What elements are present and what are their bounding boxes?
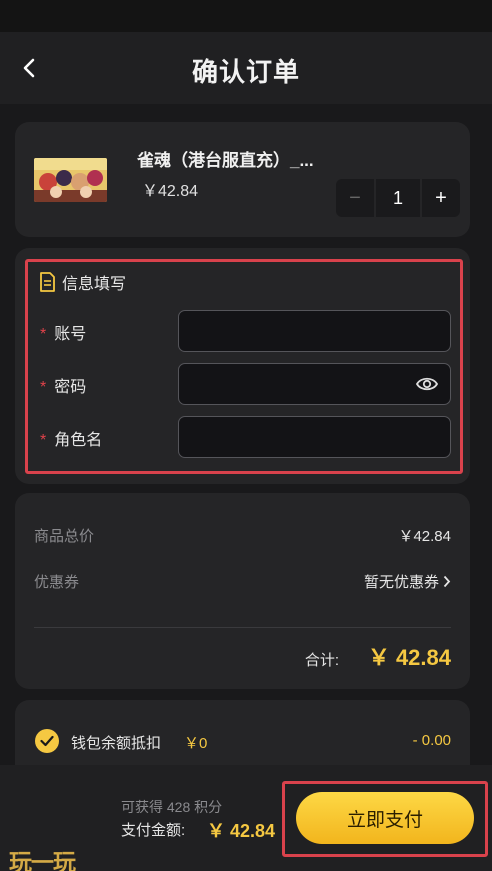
required-mark: * xyxy=(40,432,47,449)
password-row: * 密码 xyxy=(40,363,460,405)
role-label: 角色名 xyxy=(54,432,103,449)
coupon-value: 暂无优惠券 xyxy=(363,574,439,591)
increase-button[interactable]: + xyxy=(422,179,460,217)
account-input[interactable] xyxy=(178,310,451,352)
wallet-deduct: - 0.00 xyxy=(412,732,451,749)
wallet-checkbox[interactable] xyxy=(35,729,59,753)
wallet-label: 钱包余额抵扣 xyxy=(71,735,162,752)
chevron-right-icon xyxy=(443,575,451,588)
info-card: 信息填写 * 账号 * 密码 * 角色名 xyxy=(15,248,470,484)
password-label: 密码 xyxy=(54,379,87,396)
bottom-bar: 可获得 428 积分 支付金额: ￥ 42.84 立即支付 玩一玩 xyxy=(0,765,492,871)
product-thumbnail xyxy=(34,158,107,202)
required-mark: * xyxy=(40,379,47,396)
total-label: 合计: xyxy=(304,652,339,669)
product-card: 雀魂（港台服直充）_... ￥42.84 − 1 + xyxy=(15,122,470,237)
product-price: ￥42.84 xyxy=(142,183,199,200)
coupon-label: 优惠券 xyxy=(34,574,80,591)
info-section-title: 信息填写 xyxy=(39,270,126,294)
decrease-button[interactable]: − xyxy=(336,179,374,217)
account-label: 账号 xyxy=(54,326,87,343)
required-mark: * xyxy=(40,326,47,343)
total-value: ￥ 42.84 xyxy=(367,645,451,670)
pay-amount-label: 支付金额: xyxy=(121,822,186,839)
watermark-logo: 玩一玩 xyxy=(9,849,76,871)
quantity-value[interactable]: 1 xyxy=(376,179,420,217)
role-row: * 角色名 xyxy=(40,416,460,458)
password-input[interactable] xyxy=(178,363,451,405)
header: 确认订单 xyxy=(0,32,492,104)
pay-now-button[interactable]: 立即支付 xyxy=(296,792,474,844)
goods-total-label: 商品总价 xyxy=(34,528,95,545)
product-name: 雀魂（港台服直充）_... xyxy=(137,151,314,170)
pay-amount-value: ￥ 42.84 xyxy=(207,821,276,841)
check-icon xyxy=(40,735,54,747)
summary-card: 商品总价 ￥42.84 优惠券 暂无优惠券 合计: ￥ 42.84 xyxy=(15,493,470,689)
document-icon xyxy=(40,272,55,292)
divider xyxy=(34,627,451,628)
status-bar xyxy=(0,0,492,32)
info-section-label: 信息填写 xyxy=(62,276,127,293)
wallet-balance: ￥0 xyxy=(184,735,208,752)
goods-total-value: ￥42.84 xyxy=(398,528,451,545)
page-title: 确认订单 xyxy=(191,57,300,87)
quantity-stepper: − 1 + xyxy=(336,179,460,217)
points-earn-text: 可获得 428 积分 xyxy=(121,799,223,815)
role-input[interactable] xyxy=(178,416,451,458)
account-row: * 账号 xyxy=(40,310,460,352)
eye-icon[interactable] xyxy=(416,375,438,393)
